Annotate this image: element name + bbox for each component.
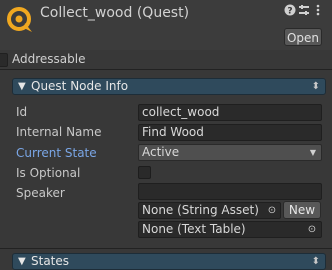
is-optional-checkbox[interactable] xyxy=(138,166,151,179)
current-state-label: Current State xyxy=(16,146,97,160)
is-optional-label: Is Optional xyxy=(16,166,81,180)
speaker-text-table-field[interactable]: None (Text Table) ⊙ xyxy=(138,221,322,238)
addressable-label: Addressable xyxy=(12,52,86,66)
new-button[interactable]: New xyxy=(283,201,321,219)
preset-icon[interactable] xyxy=(298,4,310,18)
speaker-field[interactable] xyxy=(138,183,322,200)
foldout-label: States xyxy=(31,254,70,268)
id-field[interactable]: collect_wood xyxy=(138,104,322,121)
id-label: Id xyxy=(16,105,28,119)
speaker-text-table-value: None (Text Table) xyxy=(142,222,246,236)
expand-triangle-icon: ▼ xyxy=(18,81,26,92)
speaker-string-asset-value: None (String Asset) xyxy=(142,203,259,217)
up-down-arrows-icon[interactable]: ⬍ xyxy=(312,254,320,269)
kebab-menu-icon[interactable] xyxy=(312,4,324,18)
svg-text:?: ? xyxy=(287,7,292,17)
addressable-checkbox[interactable] xyxy=(0,53,8,67)
foldout-label: Quest Node Info xyxy=(31,79,129,93)
internal-name-label: Internal Name xyxy=(16,125,102,139)
internal-name-field[interactable]: Find Wood xyxy=(138,124,322,141)
quest-node-info-foldout[interactable]: ▼ Quest Node Info ⬍ xyxy=(12,78,326,95)
open-button[interactable]: Open xyxy=(284,28,322,46)
divider xyxy=(0,69,332,70)
current-state-dropdown[interactable]: Active ▼ xyxy=(138,144,322,161)
help-icon[interactable]: ? xyxy=(284,4,296,18)
current-state-value: Active xyxy=(142,145,180,159)
object-picker-icon[interactable]: ⊙ xyxy=(305,222,319,237)
asset-title: Collect_wood (Quest) xyxy=(40,5,190,21)
dropdown-arrow-icon: ▼ xyxy=(309,148,316,157)
up-down-arrows-icon[interactable]: ⬍ xyxy=(312,79,320,94)
divider xyxy=(0,248,332,249)
speaker-label: Speaker xyxy=(16,186,65,200)
object-picker-icon[interactable]: ⊙ xyxy=(265,203,279,218)
quest-machine-logo-icon xyxy=(7,7,32,32)
states-foldout[interactable]: ▼ States ⬍ xyxy=(12,253,326,270)
expand-triangle-icon: ▼ xyxy=(18,256,26,267)
speaker-string-asset-field[interactable]: None (String Asset) ⊙ xyxy=(138,202,281,219)
